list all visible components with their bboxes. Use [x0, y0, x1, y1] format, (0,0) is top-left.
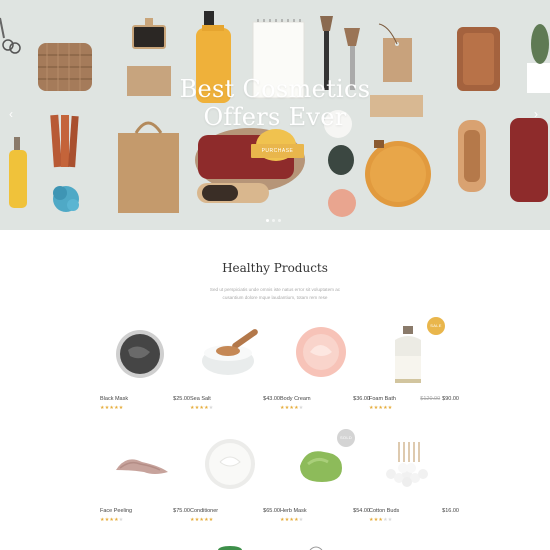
product-rating: ★★★★★ — [190, 405, 213, 411]
star-icon: ★ — [298, 517, 304, 523]
star-icon: ★ — [118, 517, 124, 523]
product-price: $120.00 $90.00 — [420, 396, 459, 402]
hero-slider: Best Cosmetics Offers Ever PURCHASE ‹ › — [0, 0, 550, 230]
product-card[interactable]: Body Cream $36.00 ★★★★★ — [280, 326, 370, 416]
product-name[interactable]: Face Peeling — [100, 508, 132, 514]
product-rating: ★★★★★ — [280, 517, 303, 523]
rose-image — [328, 189, 356, 217]
product-rating: ★★★★★ — [190, 517, 213, 523]
star-icon: ★ — [208, 517, 214, 523]
page: Best Cosmetics Offers Ever PURCHASE ‹ › … — [0, 0, 550, 550]
product-rating: ★★★★★ — [100, 405, 123, 411]
blue-flower-image — [53, 186, 79, 212]
product-name[interactable]: Conditioner — [190, 508, 218, 514]
product-price: $65.00 — [261, 508, 280, 514]
chevron-left-icon[interactable]: ‹ — [9, 108, 13, 120]
star-icon: ★ — [387, 517, 393, 523]
product-price: $36.00 — [351, 396, 370, 402]
slider-dot[interactable] — [272, 219, 275, 222]
product-rating: ★★★★★ — [369, 517, 392, 523]
oil-bottle-image — [9, 137, 27, 208]
body-cream-image[interactable] — [280, 326, 370, 386]
product-name[interactable]: Foam Bath — [369, 396, 396, 402]
section-subtitle-line2: cusantium dolore mque laudantium, totam … — [222, 295, 328, 300]
product-current-price: $65.00 — [263, 508, 280, 514]
product-card[interactable]: Foam Bath $120.00 $90.00 ★★★★★ SALE — [369, 317, 459, 416]
section-subtitle-line1: Sed ut perspiciatis unde omnis iste natu… — [209, 287, 341, 292]
star-icon: ★ — [118, 405, 124, 411]
product-rating: ★★★★★ — [369, 405, 392, 411]
product-old-price: $120.00 — [420, 396, 441, 402]
product-current-price: $25.00 — [173, 396, 190, 402]
product-price: $75.00 — [171, 508, 190, 514]
product-card[interactable]: Sea Salt $43.00 ★★★★★ — [190, 326, 280, 416]
conditioner-image[interactable] — [190, 438, 280, 498]
product-card[interactable]: Herb Mask $54.00 ★★★★★ SOLD — [280, 429, 370, 528]
product-name[interactable]: Herb Mask — [280, 508, 307, 514]
product-current-price: $75.00 — [173, 508, 190, 514]
product-card[interactable]: Conditioner $65.00 ★★★★★ — [190, 438, 280, 528]
product-current-price: $16.00 — [442, 508, 459, 514]
pine-cone-image — [328, 145, 354, 175]
slider-dot[interactable] — [278, 219, 281, 222]
star-icon: ★ — [208, 405, 214, 411]
loofah-image — [365, 140, 431, 207]
product-rating: ★★★★★ — [280, 405, 303, 411]
sale-badge: SALE — [427, 317, 445, 335]
product-card[interactable]: Cotton Buds $16.00 ★★★★★ — [369, 438, 459, 528]
product-price: $54.00 — [351, 508, 370, 514]
chalkboard-image — [132, 18, 166, 49]
black-mask-image[interactable] — [100, 326, 190, 386]
product-name[interactable]: Cotton Buds — [369, 508, 399, 514]
purchase-button[interactable]: PURCHASE — [251, 144, 304, 158]
face-peeling-image[interactable] — [100, 438, 190, 498]
tag-image — [378, 23, 412, 82]
section-subtitle: Sed ut perspiciatis unde omnis iste natu… — [195, 286, 355, 302]
product-name[interactable]: Body Cream — [280, 396, 311, 402]
sold-badge: SOLD — [337, 429, 355, 447]
section-title: Healthy Products — [222, 261, 328, 275]
product-rating: ★★★★★ — [100, 517, 123, 523]
foam-bath-image[interactable] — [369, 326, 459, 386]
product-card[interactable]: Face Peeling $75.00 ★★★★★ — [100, 438, 190, 528]
product-name[interactable]: Sea Salt — [190, 396, 211, 402]
product-price: $25.00 — [171, 396, 190, 402]
product-current-price: $54.00 — [353, 508, 370, 514]
slider-dots — [266, 219, 286, 223]
hero-title-line1: Best Cosmetics — [179, 75, 371, 103]
paper-bag-image — [118, 121, 179, 213]
product-current-price: $36.00 — [353, 396, 370, 402]
product-card[interactable]: Black Mask $25.00 ★★★★★ — [100, 326, 190, 416]
product-name[interactable]: Black Mask — [100, 396, 128, 402]
product-current-price: $43.00 — [263, 396, 280, 402]
herb-mask-image[interactable] — [280, 438, 370, 498]
next-row-preview — [218, 546, 323, 550]
product-current-price: $90.00 — [442, 396, 459, 402]
slider-dot[interactable] — [266, 219, 269, 222]
hero-title-line2: Offers Ever — [203, 103, 347, 131]
cotton-buds-image[interactable] — [369, 438, 459, 498]
star-icon: ★ — [387, 405, 393, 411]
chevron-right-icon[interactable]: › — [534, 108, 538, 120]
star-icon: ★ — [298, 405, 304, 411]
scissors-image — [0, 17, 21, 54]
sea-salt-image[interactable] — [190, 326, 280, 386]
product-price: $43.00 — [261, 396, 280, 402]
towel-image — [195, 128, 305, 192]
hairbrush-image — [197, 183, 269, 203]
product-price: $16.00 — [440, 508, 459, 514]
